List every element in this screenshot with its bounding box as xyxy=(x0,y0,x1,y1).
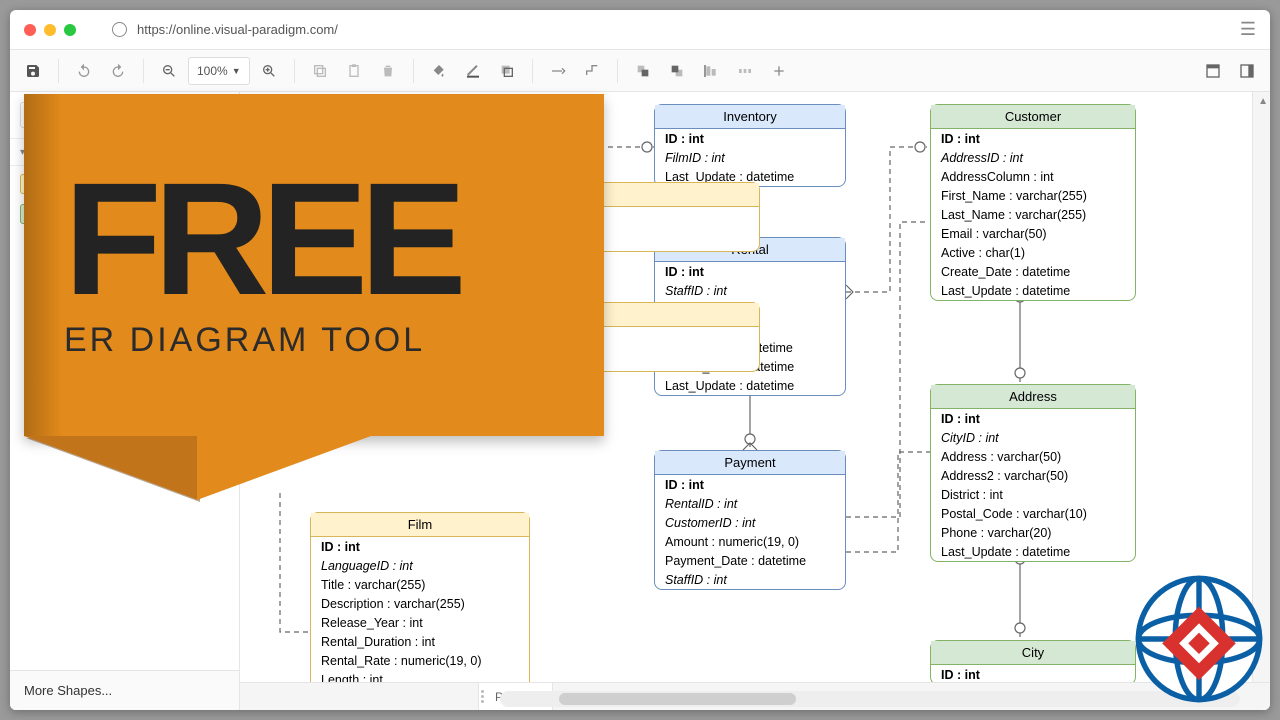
entity-title: Inventory xyxy=(655,105,845,129)
more-shapes-label: More Shapes... xyxy=(24,683,112,698)
more-shapes-button[interactable]: More Shapes... xyxy=(10,670,239,710)
entity-field[interactable]: ID : int xyxy=(931,409,1135,428)
outline-panel-button[interactable] xyxy=(1232,57,1262,85)
entity-field[interactable]: Last_Update : datetime xyxy=(931,281,1135,300)
search-input[interactable] xyxy=(20,102,229,128)
undo-button[interactable] xyxy=(69,57,99,85)
entity-field[interactable]: Create_Date : datetime xyxy=(931,262,1135,281)
visual-paradigm-logo-icon xyxy=(1134,574,1264,704)
window-controls xyxy=(24,24,76,36)
entity-field[interactable]: CityID : int xyxy=(931,428,1135,447)
distribute-button[interactable] xyxy=(730,57,760,85)
maximize-window-button[interactable] xyxy=(64,24,76,36)
entity-field[interactable]: Phone : varchar(20) xyxy=(931,523,1135,542)
zoom-out-button[interactable] xyxy=(154,57,184,85)
redo-button[interactable] xyxy=(103,57,133,85)
entity-field[interactable]: RentalID : int xyxy=(655,494,845,513)
entity-field[interactable]: CustomerID : int xyxy=(655,513,845,532)
entity-field[interactable]: Title : varchar(255) xyxy=(311,575,529,594)
entity-field[interactable]: Address2 : varchar(50) xyxy=(931,466,1135,485)
sidebar-section-entity-relationship[interactable]: Entity Relationship xyxy=(10,139,239,166)
entity-field[interactable]: Rental_Duration : int xyxy=(311,632,529,651)
shape-entity-green[interactable] xyxy=(20,204,46,224)
shadow-button[interactable] xyxy=(492,57,522,85)
entity-inventory[interactable]: Inventory ID : intFilmID : intLast_Updat… xyxy=(654,104,846,187)
entity-field[interactable]: District : int xyxy=(931,485,1135,504)
entity-payment[interactable]: Payment ID : intRentalID : intCustomerID… xyxy=(654,450,846,590)
entity-field[interactable]: StaffID : int xyxy=(655,281,845,300)
entity-field[interactable]: Last_Update : datetime xyxy=(655,376,845,395)
entity-field[interactable]: ID : int xyxy=(931,665,1135,682)
close-window-button[interactable] xyxy=(24,24,36,36)
entity-field[interactable]: Address : varchar(50) xyxy=(931,447,1135,466)
diagram-canvas-area: Inventory ID : intFilmID : intLast_Updat… xyxy=(240,92,1270,710)
entity-hidden-2[interactable] xyxy=(560,302,760,372)
entity-field[interactable]: AddressColumn : int xyxy=(931,167,1135,186)
entity-field[interactable]: Active : char(1) xyxy=(931,243,1135,262)
entity-field[interactable]: First_Name : varchar(255) xyxy=(931,186,1135,205)
zoom-label: 100% xyxy=(197,64,228,78)
format-panel-button[interactable] xyxy=(1198,57,1228,85)
entity-field[interactable]: ID : int xyxy=(655,262,845,281)
copy-button[interactable] xyxy=(305,57,335,85)
horizontal-scrollbar[interactable] xyxy=(500,691,1240,707)
line-color-button[interactable] xyxy=(458,57,488,85)
entity-field[interactable]: StaffID : int xyxy=(655,570,845,589)
browser-titlebar: https://online.visual-paradigm.com/ ☰ xyxy=(10,10,1270,50)
waypoint-style-button[interactable] xyxy=(577,57,607,85)
entity-title: Payment xyxy=(655,451,845,475)
entity-city[interactable]: City ID : int xyxy=(930,640,1136,682)
app-toolbar: 100%▼ xyxy=(10,50,1270,92)
entity-title: Customer xyxy=(931,105,1135,129)
insert-button[interactable] xyxy=(764,57,794,85)
entity-field[interactable]: FilmID : int xyxy=(655,148,845,167)
paste-button[interactable] xyxy=(339,57,369,85)
entity-hidden-1[interactable] xyxy=(560,182,760,252)
minimize-window-button[interactable] xyxy=(44,24,56,36)
entity-field[interactable]: LanguageID : int xyxy=(311,556,529,575)
entity-field[interactable]: Email : varchar(50) xyxy=(931,224,1135,243)
address-bar[interactable]: https://online.visual-paradigm.com/ xyxy=(112,22,338,37)
entity-field[interactable]: ID : int xyxy=(655,475,845,494)
to-front-button[interactable] xyxy=(628,57,658,85)
entity-title: Address xyxy=(931,385,1135,409)
hamburger-menu-icon[interactable]: ☰ xyxy=(1240,19,1256,40)
shape-sidebar: Entity Relationship More Shapes... xyxy=(10,92,240,710)
entity-field[interactable]: Length : int xyxy=(311,670,529,682)
shape-entity-yellow[interactable] xyxy=(20,174,46,194)
entity-address[interactable]: Address ID : intCityID : intAddress : va… xyxy=(930,384,1136,562)
save-button[interactable] xyxy=(18,57,48,85)
entity-customer[interactable]: Customer ID : intAddressID : intAddressC… xyxy=(930,104,1136,301)
entity-field[interactable]: Last_Update : datetime xyxy=(931,542,1135,561)
delete-button[interactable] xyxy=(373,57,403,85)
entity-field[interactable]: Last_Name : varchar(255) xyxy=(931,205,1135,224)
to-back-button[interactable] xyxy=(662,57,692,85)
entity-field[interactable]: Release_Year : int xyxy=(311,613,529,632)
entity-title: Film xyxy=(311,513,529,537)
diagram-canvas[interactable]: Inventory ID : intFilmID : intLast_Updat… xyxy=(240,92,1252,682)
entity-field[interactable]: AddressID : int xyxy=(931,148,1135,167)
fill-color-button[interactable] xyxy=(424,57,454,85)
entity-film[interactable]: Film ID : intLanguageID : intTitle : var… xyxy=(310,512,530,682)
url-text: https://online.visual-paradigm.com/ xyxy=(137,22,338,37)
shape-palette xyxy=(10,166,239,232)
entity-field[interactable]: Postal_Code : varchar(10) xyxy=(931,504,1135,523)
entity-field[interactable]: ID : int xyxy=(655,129,845,148)
entity-field[interactable]: Description : varchar(255) xyxy=(311,594,529,613)
align-button[interactable] xyxy=(696,57,726,85)
entity-field[interactable]: Rental_Rate : numeric(19, 0) xyxy=(311,651,529,670)
site-info-icon xyxy=(112,22,127,37)
connection-style-button[interactable] xyxy=(543,57,573,85)
entity-title: City xyxy=(931,641,1135,665)
entity-field[interactable]: Amount : numeric(19, 0) xyxy=(655,532,845,551)
sidebar-section-label: Entity Relationship xyxy=(31,145,130,159)
zoom-in-button[interactable] xyxy=(254,57,284,85)
entity-field[interactable]: Payment_Date : datetime xyxy=(655,551,845,570)
zoom-level-select[interactable]: 100%▼ xyxy=(188,57,250,85)
page-tab-bar: Page-1 xyxy=(240,682,1270,710)
entity-field[interactable]: ID : int xyxy=(311,537,529,556)
entity-field[interactable]: ID : int xyxy=(931,129,1135,148)
